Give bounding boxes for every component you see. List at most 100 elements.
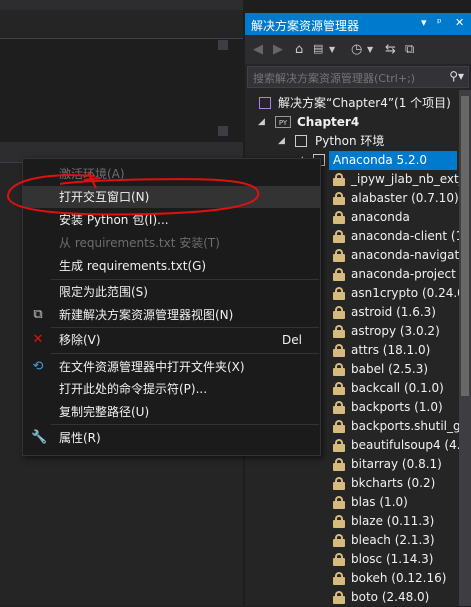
menu-item[interactable]: ⟲ 在文件资源管理器中打开文件夹(X) bbox=[23, 356, 320, 378]
menu-separator bbox=[51, 424, 319, 425]
menu-item-label: 从 requirements.txt 安装(T) bbox=[59, 236, 220, 250]
tree-item-label: 解决方案“Chapter4”(1 个项目) bbox=[278, 96, 451, 110]
remove-icon: ✕ bbox=[32, 332, 44, 347]
menu-item: 从 requirements.txt 安装(T) bbox=[23, 232, 320, 254]
dropdown-icon[interactable]: ▾ bbox=[421, 16, 427, 29]
package-icon bbox=[333, 572, 345, 585]
menu-item[interactable]: 打开此处的命令提示符(P)... bbox=[23, 378, 320, 400]
menu-item-label: 生成 requirements.txt(G) bbox=[59, 259, 207, 273]
pin-icon[interactable]: ᵖ bbox=[437, 16, 442, 29]
package-label: asn1crypto (0.24.0 bbox=[351, 286, 465, 300]
tree-item-python-environments[interactable]: ◢ Python 环境 bbox=[245, 132, 471, 151]
tree-item-package[interactable]: blaze (0.11.3) bbox=[245, 512, 471, 531]
editor-top-strip bbox=[0, 0, 243, 10]
package-icon bbox=[333, 477, 345, 490]
package-icon bbox=[333, 496, 345, 509]
solution-explorer-title-bar[interactable]: 解决方案资源管理器 ▾ ᵖ ✕ bbox=[245, 13, 471, 35]
package-label: babel (2.5.3) bbox=[351, 362, 429, 376]
solution-explorer-search[interactable]: ⚲▾ bbox=[247, 66, 469, 88]
package-icon bbox=[333, 591, 345, 604]
package-label: _ipyw_jlab_nb_ext_ bbox=[351, 172, 465, 186]
package-label: blas (1.0) bbox=[351, 495, 408, 509]
package-label: anaconda-project bbox=[351, 267, 456, 281]
menu-item[interactable]: ✕ 移除(V) Del bbox=[23, 329, 320, 351]
expand-arrow-icon[interactable]: ◢ bbox=[258, 113, 265, 132]
menu-separator bbox=[51, 279, 319, 280]
package-label: anaconda-client (1 bbox=[351, 229, 464, 243]
package-label: blosc (1.14.3) bbox=[351, 552, 434, 566]
sync-icon[interactable]: ⇆ bbox=[385, 42, 396, 57]
refresh-icon: ⟲ bbox=[32, 359, 44, 374]
package-icon bbox=[333, 458, 345, 471]
switch-views-dropdown-icon[interactable]: ▼ bbox=[329, 45, 335, 54]
package-icon bbox=[333, 420, 345, 433]
package-label: backcall (0.1.0) bbox=[351, 381, 444, 395]
pending-changes-filter-icon[interactable]: ◷ bbox=[351, 42, 362, 57]
tree-item-package[interactable]: bkcharts (0.2) bbox=[245, 474, 471, 493]
tree-item-package[interactable]: blas (1.0) bbox=[245, 493, 471, 512]
tree-item-package[interactable]: bitarray (0.8.1) bbox=[245, 455, 471, 474]
switch-views-icon[interactable]: ▤ bbox=[313, 42, 323, 55]
python-project-icon: PY bbox=[275, 116, 291, 128]
package-label: backports.shutil_g bbox=[351, 419, 461, 433]
menu-item[interactable]: 复制完整路径(U) bbox=[23, 401, 320, 423]
package-icon bbox=[333, 439, 345, 452]
wrench-icon: 🔧 bbox=[31, 430, 48, 445]
tree-item-package[interactable]: blosc (1.14.3) bbox=[245, 550, 471, 569]
new-view-icon: ⧉ bbox=[33, 307, 43, 322]
menu-item-label: 打开此处的命令提示符(P)... bbox=[59, 382, 208, 396]
package-icon bbox=[333, 268, 345, 281]
menu-item-label: 移除(V) bbox=[59, 333, 101, 347]
package-label: astropy (3.0.2) bbox=[351, 324, 440, 338]
menu-separator bbox=[51, 353, 319, 354]
editor-panel bbox=[0, 38, 243, 143]
editor-scroll-button-up[interactable] bbox=[218, 40, 228, 50]
package-label: backports (1.0) bbox=[351, 400, 443, 414]
scrollbar-thumb[interactable] bbox=[461, 96, 469, 396]
home-icon[interactable]: ⌂ bbox=[295, 42, 303, 57]
search-icon[interactable]: ⚲▾ bbox=[449, 69, 464, 83]
package-label: bkcharts (0.2) bbox=[351, 476, 436, 490]
package-label: boto (2.48.0) bbox=[351, 590, 430, 604]
menu-item[interactable]: 限定为此范围(S) bbox=[23, 281, 320, 303]
package-icon bbox=[333, 192, 345, 205]
editor-scroll-button-down[interactable] bbox=[218, 126, 228, 136]
menu-item-label: 在文件资源管理器中打开文件夹(X) bbox=[59, 360, 245, 374]
menu-item[interactable]: ⧉ 新建解决方案资源管理器视图(N) bbox=[23, 304, 320, 326]
package-label: alabaster (0.7.10) bbox=[351, 191, 459, 205]
search-input[interactable] bbox=[251, 69, 445, 87]
package-icon bbox=[333, 249, 345, 262]
package-icon bbox=[333, 344, 345, 357]
solution-explorer-title: 解决方案资源管理器 bbox=[251, 19, 360, 33]
tree-item-package[interactable]: boto (2.48.0) bbox=[245, 588, 471, 607]
package-icon bbox=[333, 401, 345, 414]
package-icon bbox=[333, 553, 345, 566]
package-label: anaconda-navigat bbox=[351, 248, 460, 262]
back-icon[interactable]: ◀ bbox=[253, 42, 263, 57]
annotation-circle bbox=[6, 171, 260, 216]
package-icon bbox=[333, 363, 345, 376]
package-icon bbox=[333, 306, 345, 319]
package-label: astroid (1.6.3) bbox=[351, 305, 436, 319]
collapse-all-icon[interactable]: ⧉ bbox=[405, 42, 414, 57]
menu-item-label: 属性(R) bbox=[59, 431, 101, 445]
close-icon[interactable]: ✕ bbox=[455, 16, 464, 29]
filter-dropdown-icon[interactable]: ▼ bbox=[367, 45, 373, 54]
tree-item-package[interactable]: bleach (2.1.3) bbox=[245, 531, 471, 550]
package-icon bbox=[333, 230, 345, 243]
package-label: attrs (18.1.0) bbox=[351, 343, 431, 357]
tree-item-package[interactable]: bokeh (0.12.16) bbox=[245, 569, 471, 588]
expand-arrow-icon[interactable]: ◢ bbox=[278, 132, 285, 151]
tree-item-project[interactable]: ◢ PY Chapter4 bbox=[245, 113, 471, 132]
menu-item[interactable]: 生成 requirements.txt(G) bbox=[23, 255, 320, 277]
tree-item-solution[interactable]: 解决方案“Chapter4”(1 个项目) bbox=[245, 94, 471, 113]
tree-item-label: Chapter4 bbox=[297, 115, 360, 129]
package-icon bbox=[333, 173, 345, 186]
package-icon bbox=[333, 287, 345, 300]
tree-item-label: Python 环境 bbox=[315, 134, 385, 148]
solution-explorer-toolbar: ◀ ▶ ⌂ ▤ ▼ ◷ ▼ ⇆ ⧉ bbox=[245, 36, 471, 64]
forward-icon[interactable]: ▶ bbox=[273, 42, 283, 57]
package-icon bbox=[333, 515, 345, 528]
package-label: bleach (2.1.3) bbox=[351, 533, 435, 547]
menu-item[interactable]: 🔧 属性(R) bbox=[23, 427, 320, 449]
